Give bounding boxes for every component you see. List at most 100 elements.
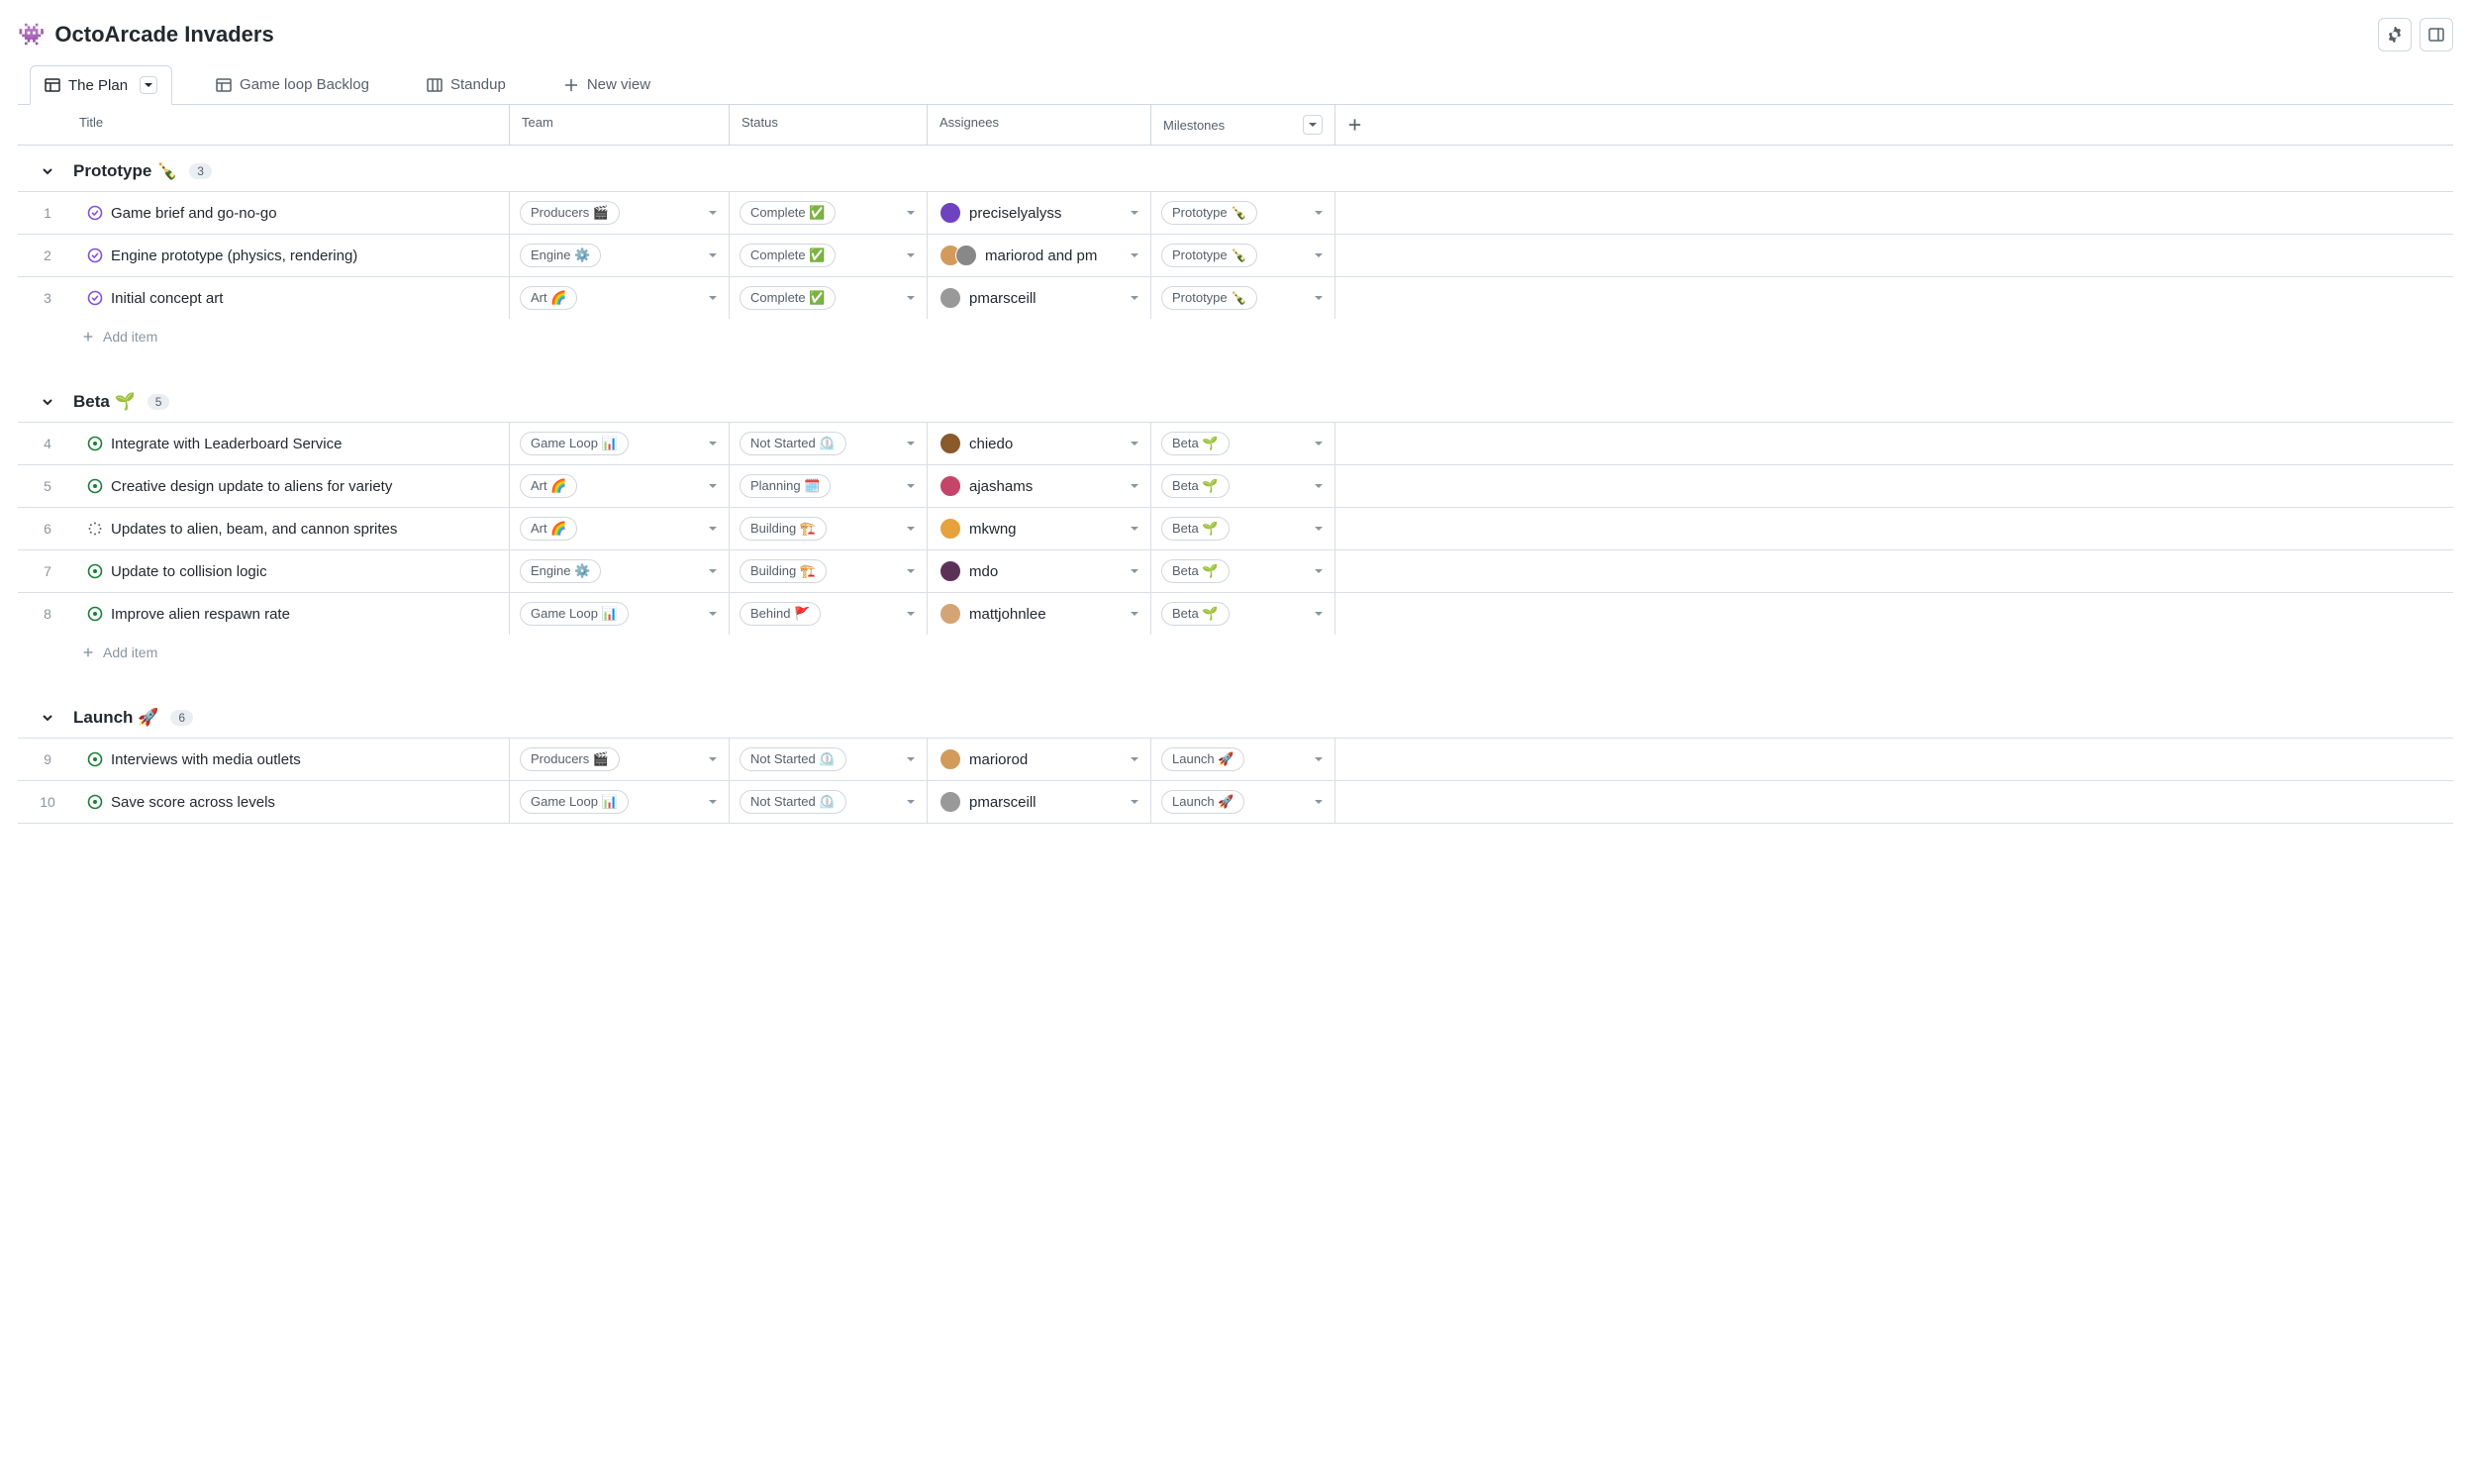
row-milestone-cell[interactable]: Beta 🌱 [1150,593,1334,635]
row-number: 7 [18,550,77,592]
table-icon [45,77,60,93]
table-row[interactable]: 1Game brief and go-no-goProducers 🎬Compl… [18,191,2453,234]
row-status-cell[interactable]: Complete ✅ [729,192,927,234]
table-row[interactable]: 6Updates to alien, beam, and cannon spri… [18,507,2453,549]
group-collapse-toggle[interactable] [40,394,55,410]
table-row[interactable]: 10Save score across levelsGame Loop 📊Not… [18,780,2453,824]
row-title-cell[interactable]: Engine prototype (physics, rendering) [77,235,509,276]
row-status-cell[interactable]: Complete ✅ [729,235,927,276]
milestone-pill: Prototype 🍾 [1161,286,1257,310]
column-title[interactable]: Title [18,105,509,145]
row-assignees-cell[interactable]: preciselyalyss [927,192,1150,234]
row-milestone-cell[interactable]: Beta 🌱 [1150,550,1334,592]
table-row[interactable]: 3Initial concept artArt 🌈Complete ✅pmars… [18,276,2453,319]
avatar-stack [939,475,961,497]
row-milestone-cell[interactable]: Prototype 🍾 [1150,235,1334,276]
row-number: 5 [18,465,77,507]
row-milestone-cell[interactable]: Prototype 🍾 [1150,277,1334,319]
table-row[interactable]: 9Interviews with media outletsProducers … [18,738,2453,780]
row-title-cell[interactable]: Save score across levels [77,781,509,823]
table-row[interactable]: 7Update to collision logicEngine ⚙️Build… [18,549,2453,592]
row-team-cell[interactable]: Art 🌈 [509,508,729,549]
row-assignees-cell[interactable]: pmarsceill [927,277,1150,319]
row-status-cell[interactable]: Not Started ⏲️ [729,423,927,464]
row-title-cell[interactable]: Game brief and go-no-go [77,192,509,234]
row-milestone-cell[interactable]: Launch 🚀 [1150,739,1334,780]
row-status-cell[interactable]: Behind 🚩 [729,593,927,635]
team-pill: Art 🌈 [520,286,577,310]
chevron-down-icon [1129,753,1140,765]
status-pill: Complete ✅ [740,244,836,267]
row-milestone-cell[interactable]: Beta 🌱 [1150,508,1334,549]
row-status-cell[interactable]: Planning 🗓️ [729,465,927,507]
avatar-stack [939,603,961,625]
panel-button[interactable] [2420,18,2453,51]
chevron-down-icon [707,438,719,449]
add-item-button[interactable]: Add item [18,319,2453,354]
row-team-cell[interactable]: Producers 🎬 [509,739,729,780]
row-team-cell[interactable]: Game Loop 📊 [509,781,729,823]
row-assignees-cell[interactable]: ajashams [927,465,1150,507]
row-assignees-cell[interactable]: mkwng [927,508,1150,549]
add-item-button[interactable]: Add item [18,635,2453,670]
table-row[interactable]: 5 Creative design update to aliens for va… [18,464,2453,507]
row-assignees-cell[interactable]: mariorod and pm [927,235,1150,276]
view-tabs: The Plan Game loop Backlog Standup New v… [18,65,2453,105]
settings-button[interactable] [2378,18,2412,51]
chevron-down-icon [1313,249,1325,261]
row-status-cell[interactable]: Building 🏗️ [729,550,927,592]
row-milestone-cell[interactable]: Launch 🚀 [1150,781,1334,823]
tab-the-plan[interactable]: The Plan [30,65,172,105]
row-milestone-cell[interactable]: Beta 🌱 [1150,423,1334,464]
row-title-cell[interactable]: Integrate with Leaderboard Service [77,423,509,464]
row-title-cell[interactable]: Updates to alien, beam, and cannon sprit… [77,508,509,549]
row-title-cell[interactable]: Creative design update to aliens for var… [77,465,509,507]
row-team-cell[interactable]: Producers 🎬 [509,192,729,234]
row-assignees-cell[interactable]: mattjohnlee [927,593,1150,635]
column-team[interactable]: Team [509,105,729,145]
row-assignees-cell[interactable]: chiedo [927,423,1150,464]
team-pill: Game Loop 📊 [520,432,629,455]
row-status-cell[interactable]: Not Started ⏲️ [729,739,927,780]
chevron-down-icon [707,480,719,492]
column-status[interactable]: Status [729,105,927,145]
row-milestone-cell[interactable]: Prototype 🍾 [1150,192,1334,234]
row-title-cell[interactable]: Interviews with media outlets [77,739,509,780]
row-title-cell[interactable]: Initial concept art [77,277,509,319]
table-row[interactable]: 4Integrate with Leaderboard ServiceGame … [18,422,2453,464]
column-menu-caret[interactable] [1303,115,1323,135]
table-row[interactable]: 2Engine prototype (physics, rendering)En… [18,234,2453,276]
tab-game-loop-backlog[interactable]: Game loop Backlog [202,66,383,103]
row-title: Creative design update to aliens for var… [111,478,392,495]
row-title-cell[interactable]: Update to collision logic [77,550,509,592]
row-team-cell[interactable]: Engine ⚙️ [509,235,729,276]
column-milestones[interactable]: Milestones [1150,105,1334,145]
row-team-cell[interactable]: Art 🌈 [509,277,729,319]
tab-menu-caret[interactable] [140,76,157,94]
row-assignees-cell[interactable]: mariorod [927,739,1150,780]
row-status-cell[interactable]: Complete ✅ [729,277,927,319]
tab-new-view[interactable]: New view [549,66,664,103]
group-count: 5 [148,394,170,410]
assignee-names: chiedo [969,436,1013,452]
table-row[interactable]: 8Improve alien respawn rateGame Loop 📊Be… [18,592,2453,635]
row-team-cell[interactable]: Art 🌈 [509,465,729,507]
tab-standup[interactable]: Standup [413,66,520,103]
row-title-cell[interactable]: Improve alien respawn rate [77,593,509,635]
row-team-cell[interactable]: Game Loop 📊 [509,593,729,635]
avatar-stack [939,287,961,309]
row-team-cell[interactable]: Engine ⚙️ [509,550,729,592]
row-status-cell[interactable]: Building 🏗️ [729,508,927,549]
row-team-cell[interactable]: Game Loop 📊 [509,423,729,464]
status-pill: Planning 🗓️ [740,474,831,498]
row-assignees-cell[interactable]: mdo [927,550,1150,592]
group-collapse-toggle[interactable] [40,163,55,179]
avatar-stack [939,518,961,540]
milestone-pill: Launch 🚀 [1161,790,1244,814]
add-column-button[interactable] [1334,105,1374,145]
column-assignees[interactable]: Assignees [927,105,1150,145]
row-milestone-cell[interactable]: Beta 🌱 [1150,465,1334,507]
row-status-cell[interactable]: Not Started ⏲️ [729,781,927,823]
row-assignees-cell[interactable]: pmarsceill [927,781,1150,823]
group-collapse-toggle[interactable] [40,710,55,726]
